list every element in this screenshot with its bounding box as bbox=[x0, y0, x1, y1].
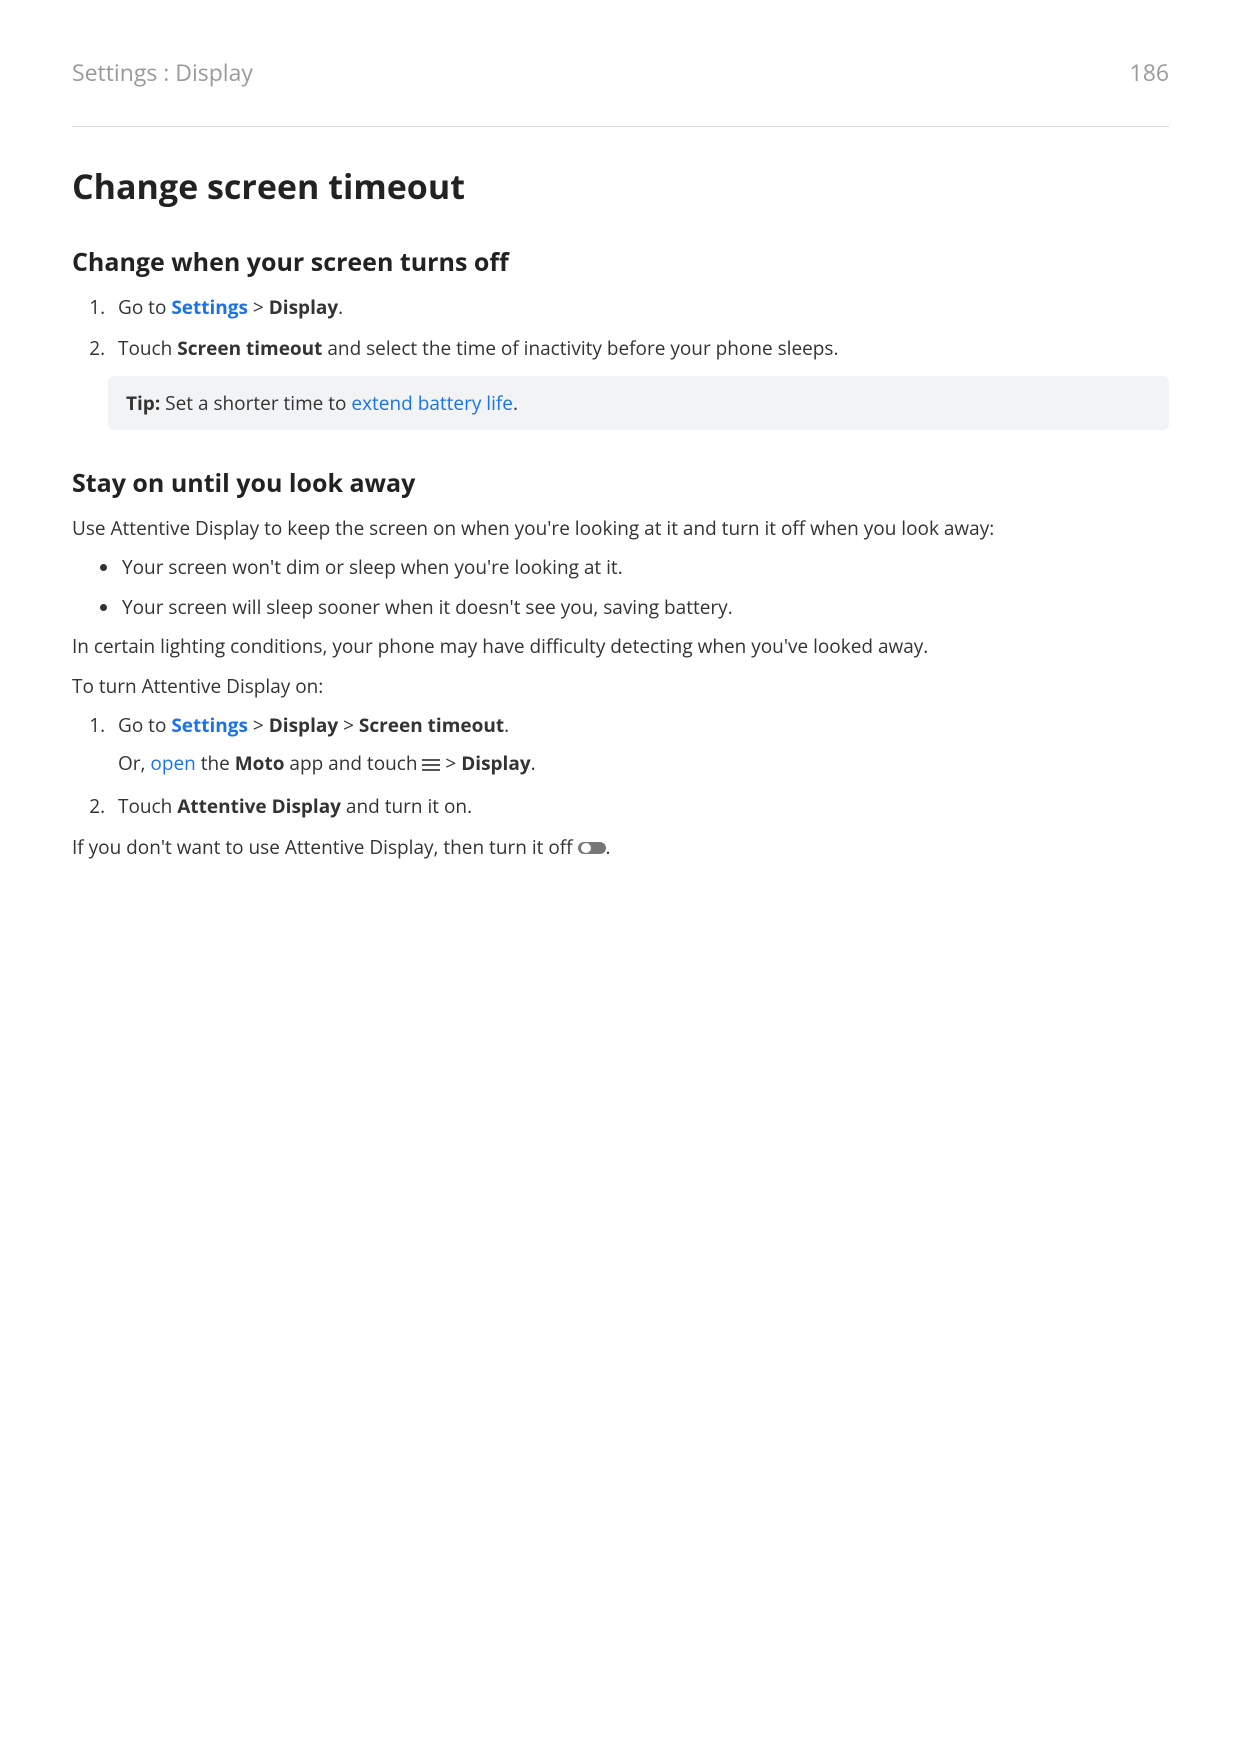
settings-link[interactable]: Settings bbox=[171, 294, 248, 320]
paragraph: In certain lighting conditions, your pho… bbox=[72, 632, 1169, 661]
tip-label: Tip: bbox=[126, 390, 160, 416]
text: > bbox=[440, 750, 461, 776]
step-item: Touch Attentive Display and turn it on. bbox=[110, 792, 1169, 821]
bold-text: Display bbox=[269, 294, 338, 320]
paragraph: If you don't want to use Attentive Displ… bbox=[72, 833, 1169, 864]
text: . bbox=[504, 712, 509, 738]
step-item: Go to Settings > Display > Screen timeou… bbox=[110, 711, 1169, 780]
text: . bbox=[606, 834, 611, 860]
page-header: Settings : Display 186 bbox=[72, 56, 1169, 127]
text: Go to bbox=[118, 712, 171, 738]
bullet-list: Your screen won't dim or sleep when you'… bbox=[72, 553, 1169, 622]
text: . bbox=[338, 294, 343, 320]
menu-icon bbox=[422, 751, 440, 780]
bold-text: Moto bbox=[235, 750, 285, 776]
text: and select the time of inactivity before… bbox=[322, 335, 838, 361]
steps-list: Go to Settings > Display > Screen timeou… bbox=[72, 711, 1169, 821]
page-number: 186 bbox=[1130, 56, 1169, 88]
paragraph: Use Attentive Display to keep the screen… bbox=[72, 514, 1169, 543]
list-item: Your screen won't dim or sleep when you'… bbox=[120, 553, 1169, 582]
text: app and touch bbox=[284, 750, 422, 776]
page-title: Change screen timeout bbox=[72, 163, 1169, 209]
tip-callout: Tip: Set a shorter time to extend batter… bbox=[108, 376, 1169, 430]
text: Touch bbox=[118, 793, 177, 819]
bold-text: Screen timeout bbox=[177, 335, 322, 361]
text: and turn it on. bbox=[341, 793, 472, 819]
text: . bbox=[531, 750, 536, 776]
text: Or, bbox=[118, 750, 150, 776]
steps-list: Go to Settings > Display. Touch Screen t… bbox=[72, 293, 1169, 364]
text: Touch bbox=[118, 335, 177, 361]
step-item: Go to Settings > Display. bbox=[110, 293, 1169, 322]
extend-battery-link[interactable]: extend battery life bbox=[351, 390, 513, 416]
bold-text: Display bbox=[269, 712, 338, 738]
text: Set a shorter time to bbox=[160, 390, 351, 416]
bold-text: Attentive Display bbox=[177, 793, 341, 819]
text: > bbox=[338, 712, 359, 738]
text: . bbox=[513, 390, 518, 416]
text: > bbox=[248, 712, 269, 738]
settings-link[interactable]: Settings bbox=[171, 712, 248, 738]
text: If you don't want to use Attentive Displ… bbox=[72, 834, 578, 860]
toggle-off-icon bbox=[578, 835, 606, 864]
text: the bbox=[196, 750, 235, 776]
bold-text: Display bbox=[461, 750, 530, 776]
section-heading: Stay on until you look away bbox=[72, 466, 1169, 500]
open-link[interactable]: open bbox=[150, 750, 195, 776]
paragraph: To turn Attentive Display on: bbox=[72, 672, 1169, 701]
text: Go to bbox=[118, 294, 171, 320]
bold-text: Screen timeout bbox=[359, 712, 504, 738]
text: > bbox=[248, 294, 269, 320]
list-item: Your screen will sleep sooner when it do… bbox=[120, 593, 1169, 622]
breadcrumb: Settings : Display bbox=[72, 56, 253, 88]
step-item: Touch Screen timeout and select the time… bbox=[110, 334, 1169, 363]
section-heading: Change when your screen turns off bbox=[72, 245, 1169, 279]
